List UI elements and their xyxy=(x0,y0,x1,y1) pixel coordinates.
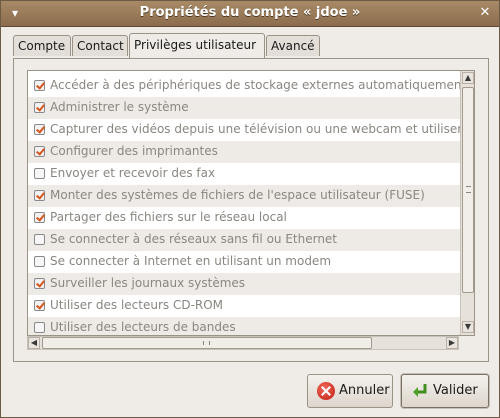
ok-button-label: Valider xyxy=(433,383,478,398)
list-item[interactable]: Se connecter à Internet en utilisant un … xyxy=(28,251,460,273)
horizontal-scroll-thumb[interactable] xyxy=(42,337,372,349)
vertical-scroll-thumb[interactable] xyxy=(462,87,474,293)
tab-privileges-utilisateur[interactable]: Privilèges utilisateur xyxy=(129,33,265,58)
list-item[interactable]: Envoyer et recevoir des fax xyxy=(28,163,460,185)
privilege-label: Administrer le système xyxy=(50,100,189,114)
list-item[interactable]: Capturer des vidéos depuis une télévisio… xyxy=(28,119,460,141)
privilege-checkbox[interactable] xyxy=(34,278,45,289)
privilege-checkbox[interactable] xyxy=(34,190,45,201)
privilege-checkbox[interactable] xyxy=(34,256,45,267)
list-item[interactable]: Administrer le système xyxy=(28,97,460,119)
privilege-label: Partager des fichiers sur le réseau loca… xyxy=(50,210,287,224)
privileges-list-viewport: Accéder à des périphériques de stockage … xyxy=(28,71,460,335)
privilege-checkbox[interactable] xyxy=(34,146,45,157)
list-item[interactable]: Configurer des imprimantes xyxy=(28,141,460,163)
privilege-label: Capturer des vidéos depuis une télévisio… xyxy=(50,122,460,136)
window-title: Propriétés du compte « jdoe » xyxy=(139,5,361,20)
list-item[interactable]: Utiliser des lecteurs CD-ROM xyxy=(28,295,460,317)
scroll-right-icon[interactable]: ▶ xyxy=(446,337,458,349)
tab-compte[interactable]: Compte xyxy=(13,35,71,56)
enter-arrow-icon xyxy=(411,382,429,400)
privilege-label: Accéder à des périphériques de stockage … xyxy=(50,78,460,92)
account-properties-dialog: ▾ Propriétés du compte « jdoe » ✕ Compte… xyxy=(0,0,500,418)
list-item[interactable]: Accéder à des périphériques de stockage … xyxy=(28,75,460,97)
privilege-checkbox[interactable] xyxy=(34,234,45,245)
ok-button[interactable]: Valider xyxy=(401,374,489,408)
vertical-scrollbar[interactable]: ▲ ▼ xyxy=(460,71,474,335)
privilege-label: Se connecter à des réseaux sans fil ou E… xyxy=(50,232,338,246)
cancel-button-label: Annuler xyxy=(339,383,390,398)
privilege-label: Configurer des imprimantes xyxy=(50,144,218,158)
privilege-checkbox[interactable] xyxy=(34,124,45,135)
list-item[interactable]: Se connecter à des réseaux sans fil ou E… xyxy=(28,229,460,251)
horizontal-scrollbar[interactable]: ◀ ▶ xyxy=(27,336,459,350)
privilege-checkbox[interactable] xyxy=(34,102,45,113)
scroll-up-icon[interactable]: ▲ xyxy=(462,72,474,84)
privilege-checkbox[interactable] xyxy=(34,300,45,311)
tab-contact[interactable]: Contact xyxy=(72,35,128,56)
privilege-label: Envoyer et recevoir des fax xyxy=(50,166,216,180)
privilege-checkbox[interactable] xyxy=(34,168,45,179)
grip-icon xyxy=(466,186,471,193)
scroll-left-icon[interactable]: ◀ xyxy=(28,337,40,349)
privilege-label: Surveiller les journaux systèmes xyxy=(50,276,246,290)
privileges-list[interactable]: Accéder à des périphériques de stockage … xyxy=(27,70,475,336)
privilege-checkbox[interactable] xyxy=(34,80,45,91)
tab-avance[interactable]: Avancé xyxy=(266,35,320,56)
list-item[interactable]: Partager des fichiers sur le réseau loca… xyxy=(28,207,460,229)
scroll-down-icon[interactable]: ▼ xyxy=(462,321,474,333)
privilege-label: Utiliser des lecteurs CD-ROM xyxy=(50,298,224,312)
list-item[interactable]: Surveiller les journaux systèmes xyxy=(28,273,460,295)
privilege-label: Monter des systèmes de fichiers de l'esp… xyxy=(50,188,425,202)
grip-icon xyxy=(203,341,210,345)
scroll-corner xyxy=(459,336,475,350)
cancel-button[interactable]: Annuler xyxy=(307,374,393,408)
privilege-label: Se connecter à Internet en utilisant un … xyxy=(50,254,332,268)
cancel-icon xyxy=(317,382,335,400)
titlebar[interactable]: ▾ Propriétés du compte « jdoe » ✕ xyxy=(1,1,499,27)
list-item[interactable]: Monter des systèmes de fichiers de l'esp… xyxy=(28,185,460,207)
privilege-checkbox[interactable] xyxy=(34,322,45,333)
privilege-checkbox[interactable] xyxy=(34,212,45,223)
close-icon[interactable]: ✕ xyxy=(477,5,493,21)
privilege-label: Utiliser des lecteurs de bandes xyxy=(50,320,236,334)
list-item[interactable]: Utiliser des lecteurs de bandes xyxy=(28,317,460,335)
